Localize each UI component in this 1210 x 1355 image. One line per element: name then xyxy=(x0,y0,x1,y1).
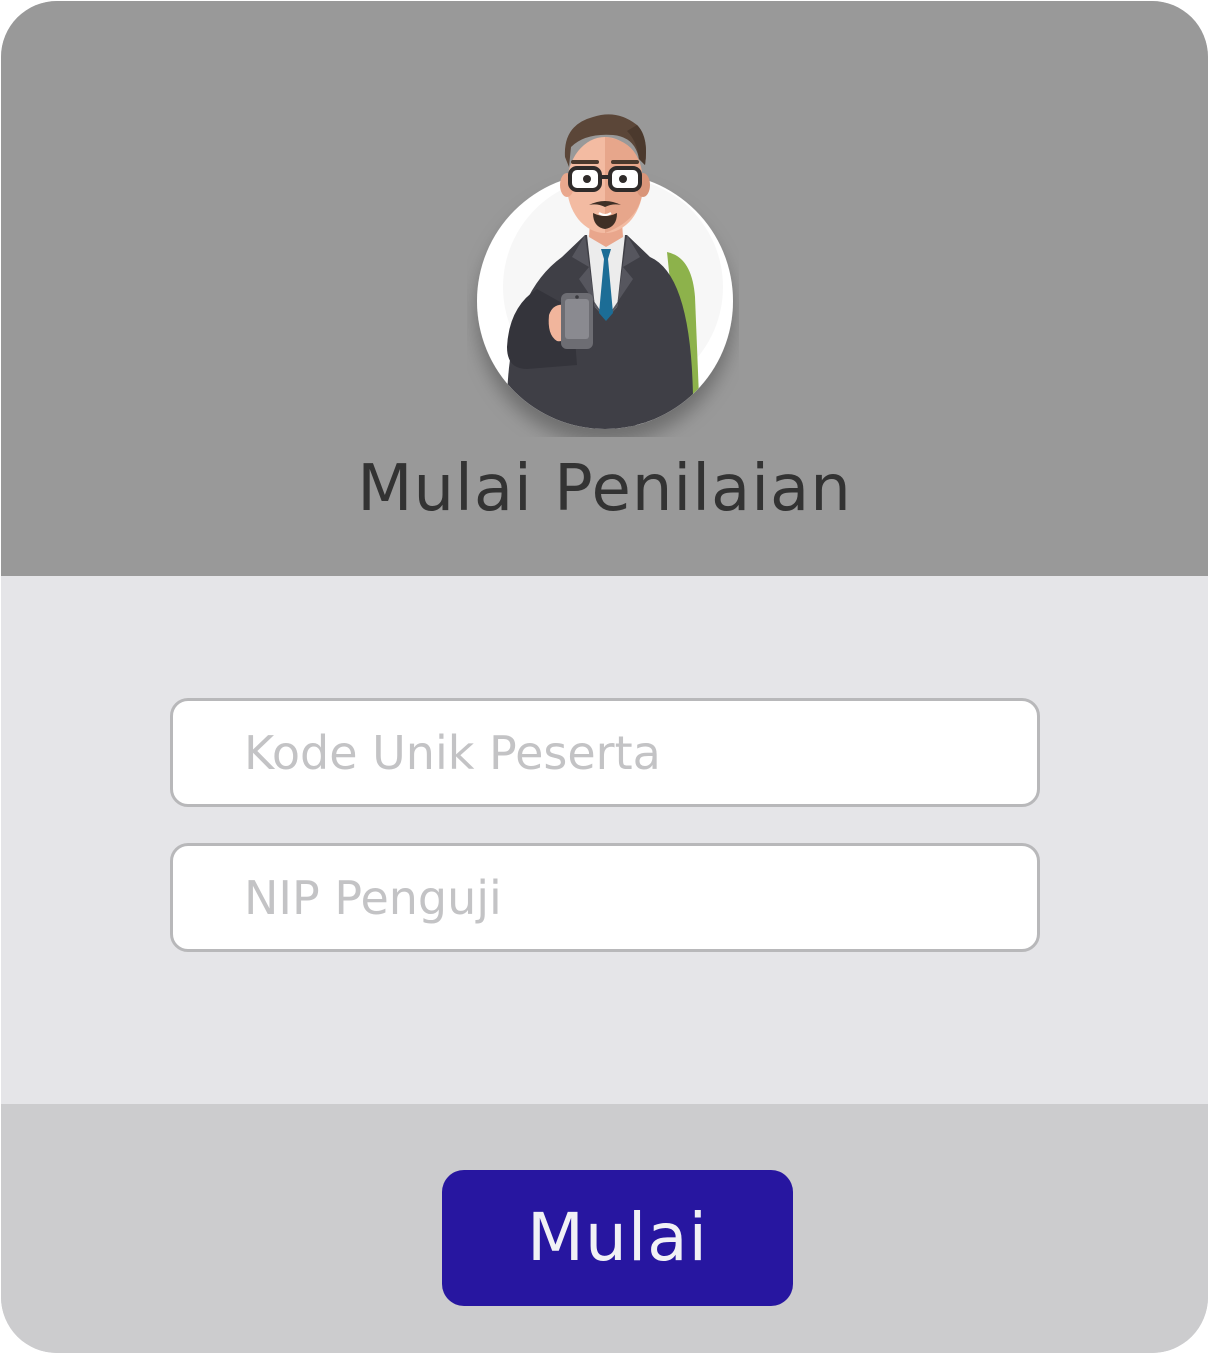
participant-code-input[interactable] xyxy=(170,698,1040,807)
footer-section: Mulai xyxy=(1,1104,1208,1353)
page-title: Mulai Penilaian xyxy=(357,452,852,526)
login-card: Mulai Penilaian Mulai xyxy=(1,1,1208,1353)
start-button[interactable]: Mulai xyxy=(442,1170,793,1306)
form-section xyxy=(1,576,1208,1104)
examiner-nip-input[interactable] xyxy=(170,843,1040,952)
header-section: Mulai Penilaian xyxy=(1,1,1208,576)
businessman-avatar-icon xyxy=(477,114,733,429)
